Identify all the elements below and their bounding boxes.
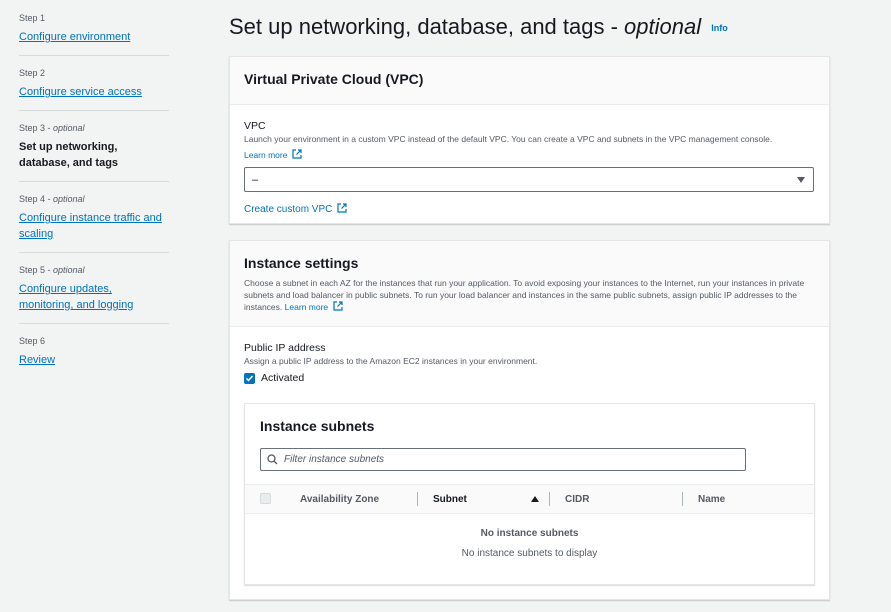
external-link-icon <box>332 301 343 311</box>
vpc-panel-header: Virtual Private Cloud (VPC) <box>230 57 829 105</box>
instance-settings-panel: Instance settings Choose a subnet in eac… <box>229 240 830 600</box>
search-icon <box>267 454 278 465</box>
sort-ascending-icon <box>531 496 539 502</box>
step-number: Step 6 <box>19 336 46 346</box>
step-2: Step 2 Configure service access <box>19 67 169 111</box>
create-custom-vpc-label: Create custom VPC <box>244 204 333 215</box>
vpc-field-label: VPC <box>244 120 266 132</box>
vpc-panel: Virtual Private Cloud (VPC) VPC Launch y… <box>229 56 830 224</box>
public-ip-checkbox-label: Activated <box>261 372 305 384</box>
page-title: Set up networking, database, and tags - … <box>229 12 728 43</box>
step-number: Step 3 - optional <box>19 123 85 133</box>
step-link-configure-service-access[interactable]: Configure service access <box>19 84 169 100</box>
column-header-cidr[interactable]: CIDR <box>565 485 589 513</box>
vpc-panel-title: Virtual Private Cloud (VPC) <box>244 71 424 87</box>
step-optional-tag: optional <box>53 123 85 133</box>
public-ip-description: Assign a public IP address to the Amazon… <box>244 356 538 366</box>
column-header-name[interactable]: Name <box>698 485 725 513</box>
vpc-field-description: Launch your environment in a custom VPC … <box>244 134 773 144</box>
column-divider[interactable] <box>549 492 550 506</box>
select-all-checkbox <box>260 493 271 504</box>
step-number: Step 2 <box>19 68 46 78</box>
instance-subnets-filter-input[interactable]: Filter instance subnets <box>260 448 746 471</box>
filter-placeholder: Filter instance subnets <box>284 454 385 465</box>
external-link-icon <box>292 149 302 159</box>
info-link[interactable]: Info <box>711 23 728 33</box>
external-link-icon <box>337 203 347 213</box>
table-header: Availability Zone Subnet CIDR Name <box>245 484 814 514</box>
column-header-subnet-label: Subnet <box>433 493 467 505</box>
column-header-subnet[interactable]: Subnet <box>433 485 539 513</box>
vpc-select-value: – <box>252 173 259 186</box>
step-link-instance-traffic[interactable]: Configure instance traffic and scaling <box>19 210 169 242</box>
instance-learn-more-link[interactable]: Learn more <box>284 301 343 312</box>
instance-settings-header: Instance settings Choose a subnet in eac… <box>230 241 829 327</box>
instance-subnets-title: Instance subnets <box>260 418 375 434</box>
page-title-optional: optional <box>624 14 702 39</box>
instance-settings-body: Public IP address Assign a public IP add… <box>230 327 829 384</box>
vpc-panel-body: VPC Launch your environment in a custom … <box>230 105 829 217</box>
checkmark-icon <box>245 374 254 382</box>
column-divider[interactable] <box>682 492 683 506</box>
instance-subnets-table: Instance subnets Filter instance subnets… <box>244 403 815 585</box>
column-header-availability-zone[interactable]: Availability Zone <box>300 485 379 513</box>
step-link-updates-monitoring[interactable]: Configure updates, monitoring, and loggi… <box>19 281 169 313</box>
step-4: Step 4 - optional Configure instance tra… <box>19 193 169 253</box>
step-5: Step 5 - optional Configure updates, mon… <box>19 264 169 324</box>
step-6: Step 6 Review <box>19 335 169 378</box>
step-number-text: Step 3 <box>19 123 46 133</box>
empty-state-description: No instance subnets to display <box>461 548 598 559</box>
public-ip-label: Public IP address <box>244 342 326 354</box>
vpc-learn-more-label: Learn more <box>244 150 288 160</box>
wizard-steps-nav: Step 1 Configure environment Step 2 Conf… <box>19 12 169 389</box>
step-link-review[interactable]: Review <box>19 352 169 368</box>
instance-learn-more-label: Learn more <box>284 302 329 312</box>
step-link-configure-environment[interactable]: Configure environment <box>19 29 169 45</box>
vpc-learn-more-link[interactable]: Learn more <box>244 149 302 160</box>
public-ip-checkbox[interactable] <box>244 372 255 384</box>
step-number: Step 4 - optional <box>19 194 85 204</box>
step-3: Step 3 - optional Set up networking, dat… <box>19 122 169 182</box>
create-custom-vpc-link[interactable]: Create custom VPC <box>244 203 347 215</box>
step-number-text: Step 5 <box>19 265 46 275</box>
step-current-label: Set up networking, database, and tags <box>19 141 119 169</box>
step-number: Step 1 <box>19 13 46 23</box>
caret-down-icon <box>797 176 805 183</box>
page-title-main: Set up networking, database, and tags - <box>229 14 625 39</box>
step-1: Step 1 Configure environment <box>19 12 169 56</box>
instance-settings-title: Instance settings <box>244 255 359 271</box>
step-optional-tag: optional <box>53 194 85 204</box>
step-optional-tag: optional <box>53 265 85 275</box>
instance-settings-description: Choose a subnet in each AZ for the insta… <box>244 277 815 313</box>
public-ip-checkbox-row[interactable]: Activated <box>244 372 815 384</box>
step-number: Step 5 - optional <box>19 265 85 275</box>
vpc-select[interactable]: – <box>244 167 814 192</box>
empty-state-title: No instance subnets <box>480 528 579 539</box>
column-divider[interactable] <box>417 492 418 506</box>
step-number-text: Step 4 <box>19 194 46 204</box>
